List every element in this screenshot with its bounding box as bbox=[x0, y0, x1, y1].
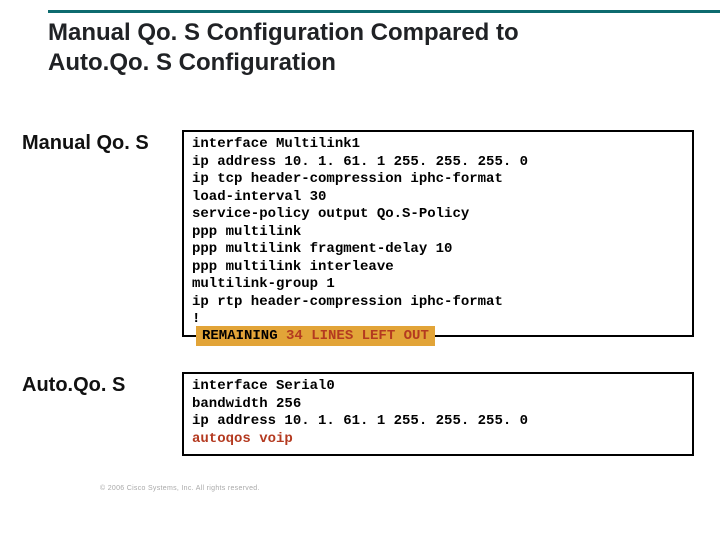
auto-code-plain: interface Serial0 bandwidth 256 ip addre… bbox=[192, 378, 528, 429]
auto-code-highlight: autoqos voip bbox=[192, 431, 293, 447]
slide-title: Manual Qo. S Configuration Compared to A… bbox=[48, 18, 608, 78]
manual-row: Manual Qo. S interface Multilink1 ip add… bbox=[22, 130, 694, 337]
remaining-accent: 34 LINES LEFT OUT bbox=[286, 328, 429, 344]
manual-code: interface Multilink1 ip address 10. 1. 6… bbox=[192, 136, 684, 329]
copyright: © 2006 Cisco Systems, Inc. All rights re… bbox=[100, 485, 260, 492]
manual-label: Manual Qo. S bbox=[22, 130, 182, 155]
remaining-prefix: REMAINING bbox=[202, 328, 286, 344]
remaining-banner: REMAINING 34 LINES LEFT OUT bbox=[196, 326, 435, 346]
auto-row: Auto.Qo. S interface Serial0 bandwidth 2… bbox=[22, 372, 694, 456]
auto-code-box: interface Serial0 bandwidth 256 ip addre… bbox=[182, 372, 694, 456]
auto-label: Auto.Qo. S bbox=[22, 372, 182, 397]
manual-code-box: interface Multilink1 ip address 10. 1. 6… bbox=[182, 130, 694, 337]
auto-code: interface Serial0 bandwidth 256 ip addre… bbox=[192, 378, 684, 448]
title-rule bbox=[48, 10, 720, 13]
